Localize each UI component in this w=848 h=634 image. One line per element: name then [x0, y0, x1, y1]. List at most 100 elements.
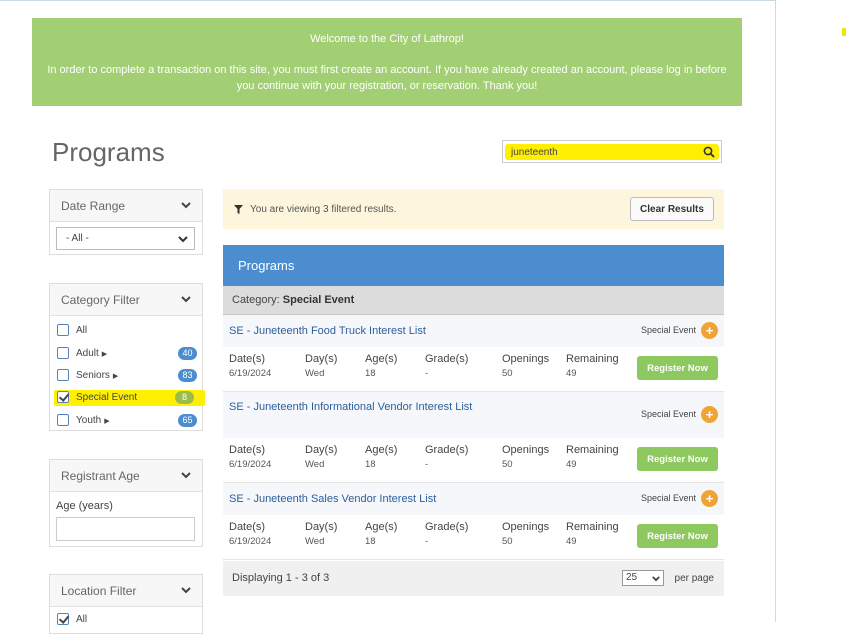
search-icon[interactable]: [703, 146, 715, 158]
chevron-down-icon: [181, 587, 191, 594]
program-title-link[interactable]: SE - Juneteenth Food Truck Interest List: [229, 323, 426, 339]
caret-right-icon[interactable]: ▶: [102, 351, 107, 358]
date-range-selected: - All -: [66, 233, 89, 244]
col-remaining: Remaining: [566, 353, 619, 365]
category-prefix: Category:: [232, 294, 280, 306]
count-badge: 83: [178, 369, 197, 382]
remaining-value: 49: [566, 459, 577, 470]
location-item-all[interactable]: All: [57, 612, 197, 628]
register-now-button[interactable]: Register Now: [637, 356, 718, 380]
date-value: 6/19/2024: [229, 536, 272, 547]
age-value: 18: [365, 459, 376, 470]
openings-value: 50: [502, 536, 513, 547]
welcome-heading: Welcome to the City of Lathrop!: [310, 33, 464, 45]
registrant-age-panel: Registrant Age Age (years): [49, 459, 203, 547]
location-item-label: All: [76, 614, 88, 625]
day-value: Wed: [305, 368, 325, 379]
displaying-count: Displaying 1 - 3 of 3: [232, 572, 330, 584]
col-grades: Grade(s): [425, 353, 469, 365]
clear-results-button[interactable]: Clear Results: [630, 197, 714, 221]
grade-value: -: [425, 536, 429, 547]
col-dates: Date(s): [229, 444, 266, 456]
category-item-seniors[interactable]: Seniors ▶ 83: [57, 368, 197, 384]
date-range-select[interactable]: - All -: [56, 227, 195, 250]
category-filter-panel: Category Filter All Adult ▶ 40 Seniors ▶ 8…: [49, 283, 205, 431]
age-value: 18: [365, 536, 376, 547]
plus-icon[interactable]: +: [701, 406, 718, 423]
per-page-select[interactable]: 25: [622, 570, 664, 586]
col-dates: Date(s): [229, 521, 266, 533]
programs-panel: Programs Category: Special Event SE - Ju…: [223, 245, 724, 596]
category-item-label: Special Event: [76, 392, 138, 403]
col-remaining: Remaining: [566, 444, 619, 456]
category-filter-header[interactable]: Category Filter: [50, 284, 202, 316]
date-value: 6/19/2024: [229, 459, 272, 470]
category-item-label: Seniors: [76, 370, 110, 381]
register-now-button[interactable]: Register Now: [637, 447, 718, 471]
checkbox-checked[interactable]: [57, 391, 69, 403]
col-openings: Openings: [502, 444, 550, 456]
category-item-label: Youth: [76, 415, 102, 426]
chevron-down-icon: [181, 472, 191, 479]
program-title-row: SE - Juneteenth Sales Vendor Interest Li…: [223, 483, 724, 515]
category-name: Special Event: [282, 294, 355, 306]
remaining-value: 49: [566, 368, 577, 379]
filter-funnel-icon: [234, 205, 243, 214]
program-type: Special Event: [640, 409, 696, 419]
chevron-down-icon: [181, 202, 191, 209]
checkbox[interactable]: [57, 347, 69, 359]
col-remaining: Remaining: [566, 521, 619, 533]
highlight-mark: [842, 28, 846, 36]
date-range-label: Date Range: [61, 199, 126, 213]
caret-right-icon[interactable]: ▶: [113, 373, 118, 380]
chevron-down-icon: [181, 296, 191, 303]
pagination-footer: Displaying 1 - 3 of 3 25 per page: [223, 561, 724, 596]
checkbox[interactable]: [57, 369, 69, 381]
page-title: Programs: [52, 137, 165, 167]
registrant-age-header[interactable]: Registrant Age: [50, 460, 202, 492]
col-ages: Age(s): [365, 521, 398, 533]
category-item-adult[interactable]: Adult ▶ 40: [57, 346, 197, 362]
location-filter-label: Location Filter: [61, 584, 137, 598]
col-openings: Openings: [502, 353, 550, 365]
category-item-label: Adult: [76, 348, 99, 359]
category-filter-label: Category Filter: [61, 293, 140, 307]
remaining-value: 49: [566, 536, 577, 547]
search-input[interactable]: [511, 144, 701, 160]
plus-icon[interactable]: +: [701, 322, 718, 339]
register-now-button[interactable]: Register Now: [637, 524, 718, 548]
col-days: Day(s): [305, 444, 338, 456]
location-filter-header[interactable]: Location Filter: [50, 575, 202, 607]
checkbox[interactable]: [57, 414, 69, 426]
day-value: Wed: [305, 459, 325, 470]
date-value: 6/19/2024: [229, 368, 272, 379]
col-ages: Age(s): [365, 444, 398, 456]
openings-value: 50: [502, 459, 513, 470]
program-title-row: SE - Juneteenth Informational Vendor Int…: [223, 392, 724, 438]
program-row: SE - Juneteenth Food Truck Interest List…: [223, 315, 724, 392]
category-item-label: All: [76, 325, 88, 336]
col-grades: Grade(s): [425, 521, 469, 533]
category-list: All Adult ▶ 40 Seniors ▶ 83 Special Event …: [50, 316, 205, 430]
welcome-message: In order to complete a transaction on th…: [47, 64, 727, 92]
program-title-link[interactable]: SE - Juneteenth Sales Vendor Interest Li…: [229, 491, 436, 507]
date-range-header[interactable]: Date Range: [50, 190, 202, 222]
category-item-all[interactable]: All: [57, 323, 197, 339]
count-badge: 40: [178, 347, 197, 360]
program-details: Date(s) 6/19/2024 Day(s) Wed Age(s) 18 Grad…: [223, 347, 724, 391]
col-grades: Grade(s): [425, 444, 469, 456]
openings-value: 50: [502, 368, 513, 379]
program-title-link[interactable]: SE - Juneteenth Informational Vendor Int…: [229, 399, 489, 415]
category-bar: Category: Special Event: [223, 286, 724, 315]
checkbox-checked[interactable]: [57, 613, 69, 625]
category-item-youth[interactable]: Youth ▶ 65: [57, 413, 197, 429]
caret-right-icon[interactable]: ▶: [104, 418, 109, 425]
checkbox[interactable]: [57, 324, 69, 336]
search-box[interactable]: [502, 140, 722, 163]
program-details: Date(s) 6/19/2024 Day(s) Wed Age(s) 18 Grad…: [223, 438, 724, 482]
age-input[interactable]: [56, 517, 195, 541]
category-item-special-event[interactable]: Special Event 8: [54, 390, 205, 406]
col-days: Day(s): [305, 353, 338, 365]
program-type: Special Event: [640, 325, 696, 335]
plus-icon[interactable]: +: [701, 490, 718, 507]
